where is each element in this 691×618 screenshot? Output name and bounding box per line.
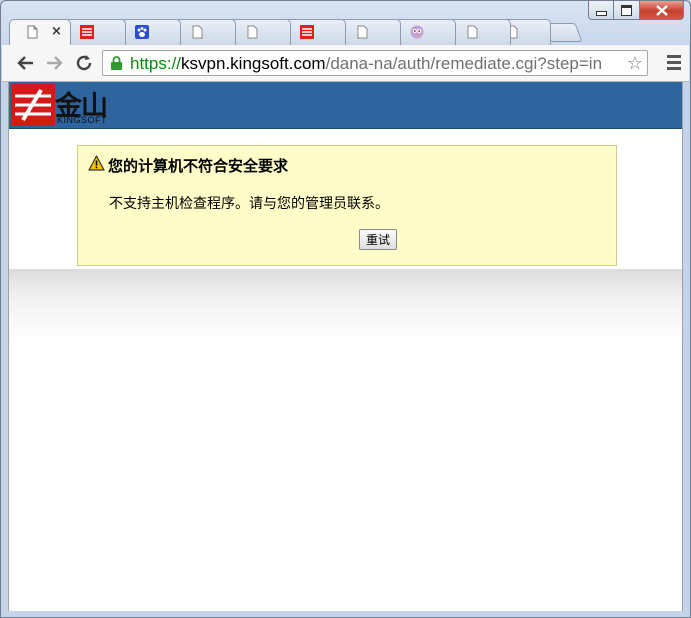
tab-2[interactable]	[119, 19, 181, 45]
window-controls	[588, 1, 684, 20]
page-icon	[192, 25, 203, 39]
warning-icon	[88, 155, 105, 171]
retry-button[interactable]: 重试	[359, 229, 398, 250]
lock-icon	[111, 56, 122, 70]
alert-title: 您的计算机不符合安全要求	[108, 157, 289, 175]
back-button[interactable]	[14, 52, 36, 74]
page-icon	[357, 25, 368, 39]
tab-7[interactable]	[394, 19, 456, 45]
tab-strip: ×	[9, 19, 609, 45]
minimize-button[interactable]	[588, 1, 614, 20]
tab-5[interactable]	[284, 19, 346, 45]
url-scheme: https://	[130, 54, 182, 73]
page-viewport: 金山 KINGSOFT 您的计算机不符合安全要求 不支持主机检查程序。请与您的管…	[8, 82, 683, 611]
page-icon	[467, 25, 478, 39]
content-shadow	[9, 269, 682, 344]
close-window-button[interactable]	[640, 1, 684, 20]
baidu-paw-icon	[135, 25, 149, 39]
url-host: ksvpn.kingsoft.com	[181, 54, 326, 73]
maximize-button[interactable]	[614, 1, 640, 20]
url-path: /dana-na/auth/remediate.cgi?step=in	[325, 54, 603, 73]
minimize-icon	[595, 10, 607, 16]
logo-subtext: KINGSOFT	[57, 115, 108, 125]
kingsoft-icon	[80, 25, 94, 39]
owl-icon	[410, 25, 424, 39]
chrome-menu-button[interactable]	[667, 55, 681, 73]
security-alert-box: 您的计算机不符合安全要求 不支持主机检查程序。请与您的管理员联系。 重试	[77, 145, 617, 266]
forward-arrow-icon	[47, 56, 63, 70]
tab-6[interactable]	[339, 19, 401, 45]
browser-toolbar: https://ksvpn.kingsoft.com/dana-na/auth/…	[2, 45, 689, 82]
tab-1[interactable]	[64, 19, 126, 45]
kingsoft-logo-mark	[11, 84, 55, 126]
address-bar[interactable]: https://ksvpn.kingsoft.com/dana-na/auth/…	[102, 50, 648, 76]
tab-4[interactable]	[229, 19, 291, 45]
close-icon	[655, 4, 668, 16]
reload-button[interactable]	[73, 52, 95, 74]
page-icon	[247, 25, 258, 39]
page-icon	[27, 25, 38, 39]
tab-8[interactable]	[449, 19, 511, 45]
alert-message: 不支持主机检查程序。请与您的管理员联系。	[109, 196, 389, 212]
site-header: 金山 KINGSOFT	[9, 82, 682, 129]
tab-close-button[interactable]: ×	[51, 25, 62, 38]
tab-3[interactable]	[174, 19, 236, 45]
back-arrow-icon	[17, 56, 33, 70]
browser-window: × https://ksvpn.kingsoft.com/dana-na/aut…	[0, 0, 691, 618]
bookmark-star-icon[interactable]: ☆	[623, 53, 643, 74]
url-text: https://ksvpn.kingsoft.com/dana-na/auth/…	[130, 54, 602, 74]
tab-0[interactable]: ×	[9, 19, 71, 45]
kingsoft-icon	[300, 25, 314, 39]
forward-button[interactable]	[44, 52, 66, 74]
maximize-icon	[621, 4, 632, 16]
kingsoft-logo: 金山 KINGSOFT	[11, 84, 119, 126]
reload-icon	[76, 55, 92, 71]
